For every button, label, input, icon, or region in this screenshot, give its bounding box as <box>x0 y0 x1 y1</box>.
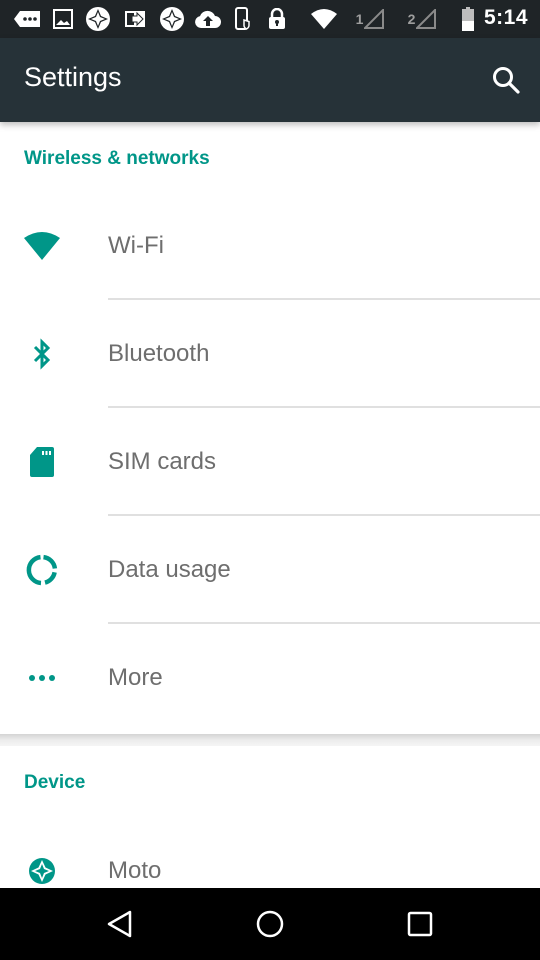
navigation-bar <box>0 888 540 960</box>
settings-item-label: Wi-Fi <box>108 232 164 259</box>
app-bar: Settings <box>0 38 540 122</box>
message-icon <box>14 7 42 31</box>
settings-item-label: SIM cards <box>108 448 217 475</box>
transfer-icon <box>124 7 146 31</box>
moto-icon <box>158 7 186 31</box>
recents-icon <box>407 911 433 937</box>
back-button[interactable] <box>102 906 138 942</box>
battery-icon <box>460 7 476 31</box>
section-divider <box>0 734 540 746</box>
home-button[interactable] <box>252 906 288 942</box>
settings-item-label: More <box>108 664 163 691</box>
settings-item-label: Data usage <box>108 556 231 583</box>
moto-icon <box>24 853 60 888</box>
settings-item-moto[interactable]: Moto <box>0 817 540 888</box>
settings-list[interactable]: Wireless & networks Wi-Fi Bluetooth SIM … <box>0 122 540 888</box>
settings-item-label: Moto <box>108 857 162 884</box>
sim2-signal-icon: 2 <box>404 7 440 31</box>
image-icon <box>52 7 74 31</box>
page-title: Settings <box>24 62 122 92</box>
phone-shield-icon <box>234 7 252 31</box>
clock: 5:14 <box>483 6 528 29</box>
settings-item-label: Bluetooth <box>108 340 210 367</box>
status-bar: 1 2 5:14 <box>0 0 540 38</box>
home-icon <box>256 910 284 938</box>
settings-item-sim-cards[interactable]: SIM cards <box>0 408 540 516</box>
section-header-wireless: Wireless & networks <box>24 148 210 169</box>
settings-item-data-usage[interactable]: Data usage <box>0 516 540 624</box>
back-icon <box>107 910 132 938</box>
moto-icon <box>84 7 112 31</box>
wifi-icon <box>24 228 60 264</box>
settings-item-bluetooth[interactable]: Bluetooth <box>0 300 540 408</box>
recents-button[interactable] <box>402 906 438 942</box>
sim1-signal-icon: 1 <box>352 7 388 31</box>
section-header-device: Device <box>24 772 86 793</box>
search-button[interactable] <box>490 64 522 96</box>
cloud-upload-icon <box>194 7 222 31</box>
settings-item-more[interactable]: More <box>0 624 540 732</box>
lock-icon <box>266 7 288 31</box>
settings-item-wifi[interactable]: Wi-Fi <box>0 192 540 300</box>
search-icon <box>493 67 520 94</box>
wifi-signal-icon <box>310 7 338 31</box>
bluetooth-icon <box>24 336 60 372</box>
more-icon <box>24 660 60 696</box>
sim-card-icon <box>24 444 60 480</box>
data-usage-icon <box>24 552 60 588</box>
